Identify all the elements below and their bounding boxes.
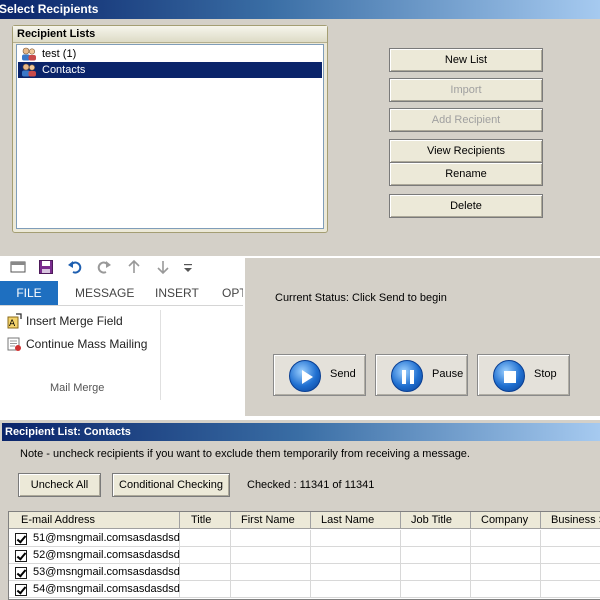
svg-text:A: A bbox=[9, 319, 16, 329]
save-icon[interactable] bbox=[38, 259, 54, 275]
recipient-list-dialog: Recipient List: Contacts Note - uncheck … bbox=[0, 420, 600, 600]
new-list-button[interactable]: New List bbox=[389, 48, 543, 72]
group-separator bbox=[160, 310, 161, 400]
column-header-business[interactable]: Business S bbox=[541, 512, 600, 529]
tab-file[interactable]: FILE bbox=[0, 281, 58, 305]
insert-merge-field-label: Insert Merge Field bbox=[26, 314, 123, 328]
row-checkbox[interactable] bbox=[15, 567, 27, 579]
continue-mass-mailing-button[interactable]: Continue Mass Mailing bbox=[6, 335, 147, 353]
window-icon[interactable] bbox=[10, 259, 26, 275]
email-cell: 52@msngmail.comsasdasdsd bbox=[33, 549, 180, 561]
group-header: Recipient Lists bbox=[13, 26, 327, 43]
pause-label: Pause bbox=[432, 368, 464, 380]
pause-button[interactable]: Pause bbox=[375, 354, 468, 396]
ribbon-tabs: FILE MESSAGE INSERT OPT bbox=[0, 281, 247, 305]
list-item-label: Contacts bbox=[42, 64, 86, 76]
table-row[interactable]: 53@msngmail.comsasdasdsd bbox=[9, 564, 600, 581]
dialog-title-bar: Select Recipients bbox=[0, 0, 600, 19]
stop-icon bbox=[493, 360, 525, 392]
stop-label: Stop bbox=[534, 368, 557, 380]
recipient-list-title: Recipient List: Contacts bbox=[2, 423, 600, 441]
merge-field-icon: A bbox=[7, 313, 22, 329]
current-status-text: Current Status: Click Send to begin bbox=[275, 292, 447, 304]
checked-count: Checked : 11341 of 11341 bbox=[247, 479, 375, 491]
view-recipients-button[interactable]: View Recipients bbox=[389, 139, 543, 163]
column-header-email[interactable]: E-mail Address bbox=[9, 512, 180, 529]
tab-message[interactable]: MESSAGE bbox=[75, 281, 134, 305]
recipient-lists-group: Recipient Lists test (1) Contacts bbox=[12, 25, 328, 233]
add-recipient-button[interactable]: Add Recipient bbox=[389, 108, 543, 132]
mass-mailing-icon bbox=[7, 337, 21, 351]
email-cell: 51@msngmail.comsasdasdsd bbox=[33, 532, 180, 544]
email-cell: 53@msngmail.comsasdasdsd bbox=[33, 566, 180, 578]
quick-access-toolbar bbox=[0, 256, 243, 278]
import-button[interactable]: Import bbox=[389, 78, 543, 102]
undo-icon[interactable] bbox=[67, 259, 83, 275]
column-header-job-title[interactable]: Job Title bbox=[401, 512, 471, 529]
select-recipients-dialog: Select Recipients Recipient Lists test (… bbox=[0, 0, 600, 256]
grid-header: E-mail Address Title First Name Last Nam… bbox=[9, 512, 600, 529]
list-item-label: test (1) bbox=[42, 48, 77, 60]
rename-button[interactable]: Rename bbox=[389, 162, 543, 186]
delete-button[interactable]: Delete bbox=[389, 194, 543, 218]
arrow-up-icon[interactable] bbox=[126, 259, 142, 275]
pause-icon bbox=[391, 360, 423, 392]
email-cell: 54@msngmail.comsasdasdsd bbox=[33, 583, 180, 595]
outlook-ribbon: FILE MESSAGE INSERT OPT A Insert Merge F… bbox=[0, 256, 247, 416]
recipients-grid: E-mail Address Title First Name Last Nam… bbox=[8, 511, 600, 600]
send-button[interactable]: Send bbox=[273, 354, 366, 396]
row-checkbox[interactable] bbox=[15, 533, 27, 545]
list-item-test[interactable]: test (1) bbox=[18, 46, 322, 62]
redo-icon[interactable] bbox=[96, 259, 112, 275]
tab-insert[interactable]: INSERT bbox=[155, 281, 199, 305]
sending-status-panel: Current Status: Click Send to begin Send… bbox=[243, 256, 600, 416]
list-item-contacts[interactable]: Contacts bbox=[18, 62, 322, 78]
column-header-first-name[interactable]: First Name bbox=[231, 512, 311, 529]
table-row[interactable]: 51@msngmail.comsasdasdsd bbox=[9, 530, 600, 547]
note-text: Note - uncheck recipients if you want to… bbox=[20, 448, 470, 460]
customize-icon[interactable] bbox=[180, 259, 196, 275]
stop-button[interactable]: Stop bbox=[477, 354, 570, 396]
mail-merge-group-label: Mail Merge bbox=[50, 382, 105, 394]
recipient-lists-listbox[interactable]: test (1) Contacts bbox=[16, 44, 324, 229]
insert-merge-field-button[interactable]: A Insert Merge Field bbox=[6, 312, 123, 330]
column-header-company[interactable]: Company bbox=[471, 512, 541, 529]
column-header-title[interactable]: Title bbox=[180, 512, 231, 529]
ribbon-body: A Insert Merge Field Continue Mass Maili… bbox=[0, 305, 243, 416]
row-checkbox[interactable] bbox=[15, 584, 27, 596]
uncheck-all-button[interactable]: Uncheck All bbox=[18, 473, 101, 497]
column-header-last-name[interactable]: Last Name bbox=[311, 512, 401, 529]
dialog-title: Select Recipients bbox=[0, 2, 99, 16]
play-icon bbox=[289, 360, 321, 392]
table-row[interactable]: 52@msngmail.comsasdasdsd bbox=[9, 547, 600, 564]
users-icon bbox=[22, 63, 36, 77]
users-icon bbox=[22, 47, 36, 61]
table-row[interactable]: 54@msngmail.comsasdasdsd bbox=[9, 581, 600, 598]
arrow-down-icon[interactable] bbox=[155, 259, 171, 275]
row-checkbox[interactable] bbox=[15, 550, 27, 562]
continue-mass-mailing-label: Continue Mass Mailing bbox=[26, 337, 148, 351]
conditional-checking-button[interactable]: Conditional Checking bbox=[112, 473, 230, 497]
send-label: Send bbox=[330, 368, 356, 380]
